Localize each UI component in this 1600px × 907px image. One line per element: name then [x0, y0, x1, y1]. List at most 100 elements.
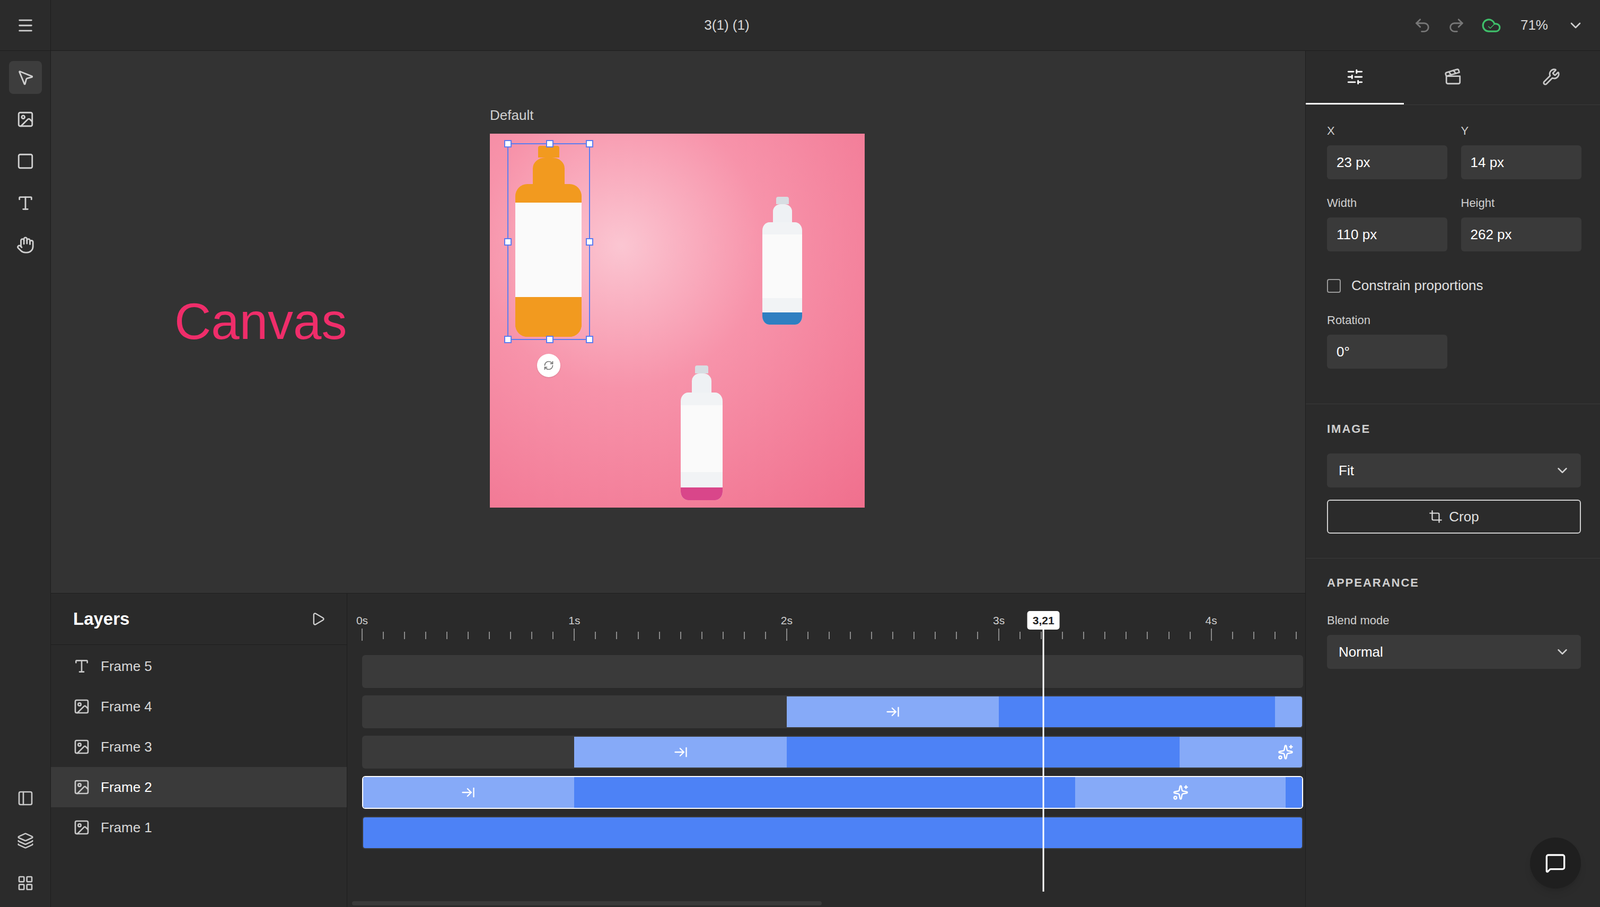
select-value: Normal	[1338, 641, 1384, 663]
layer-row[interactable]: Frame 4	[50, 686, 347, 727]
inspector-tab[interactable]	[1305, 50, 1404, 105]
text-icon	[73, 657, 91, 675]
tool-button[interactable]	[9, 144, 42, 178]
chat-button[interactable]	[1530, 837, 1581, 889]
ruler-label: 4s	[1205, 611, 1218, 629]
panel-button[interactable]	[9, 781, 42, 815]
field-label: Rotation	[1326, 313, 1448, 328]
image-icon	[73, 737, 91, 755]
enter-animation-icon	[673, 744, 689, 760]
horizontal-scrollbar[interactable]	[352, 900, 822, 905]
resize-handle[interactable]	[504, 238, 512, 246]
sliders-icon	[1346, 67, 1365, 86]
resize-handle[interactable]	[585, 238, 594, 246]
track[interactable]	[362, 815, 1304, 849]
layer-row[interactable]: Frame 2	[50, 766, 347, 807]
image-icon	[73, 818, 91, 836]
body-segment[interactable]	[574, 776, 1076, 808]
chevron-down-icon	[1554, 462, 1571, 479]
chevron-down-icon[interactable]	[1567, 16, 1585, 34]
hand-icon	[16, 235, 35, 254]
select[interactable]: Normal	[1326, 634, 1581, 669]
layer-row[interactable]: Frame 1	[50, 806, 347, 848]
undo-icon[interactable]	[1413, 16, 1432, 35]
tool-button[interactable]	[9, 60, 42, 94]
ruler-tick	[1061, 631, 1063, 639]
section-heading: IMAGE	[1326, 419, 1581, 438]
exit-segment[interactable]	[1075, 776, 1286, 808]
resize-handle[interactable]	[546, 335, 554, 344]
playhead[interactable]: 3,21	[1027, 610, 1060, 892]
exit-segment[interactable]	[1179, 736, 1304, 768]
layer-row[interactable]: Frame 3	[50, 726, 347, 767]
rotate-icon	[543, 359, 555, 371]
save-status	[1481, 15, 1502, 36]
body-segment[interactable]	[786, 736, 1180, 768]
field-input[interactable]: 0°	[1326, 334, 1448, 369]
track[interactable]	[362, 735, 1304, 769]
ruler-tick	[382, 631, 384, 639]
layers-panel: LayersFrame 5Frame 4Frame 3Frame 2Frame …	[50, 593, 348, 907]
exit-animation-icon	[1277, 743, 1294, 760]
selection-box[interactable]	[507, 143, 591, 340]
resize-handle[interactable]	[504, 335, 512, 344]
bottle-image[interactable]	[680, 365, 723, 500]
ruler-tick	[616, 631, 618, 639]
enter-segment[interactable]	[574, 736, 787, 768]
play-icon[interactable]	[310, 611, 326, 627]
redo-icon[interactable]	[1447, 16, 1466, 35]
time-ruler[interactable]: 0s1s2s3s4s	[347, 593, 1306, 645]
menu-icon[interactable]	[16, 16, 35, 35]
rotate-handle[interactable]	[537, 353, 561, 377]
text-icon	[16, 194, 35, 213]
constrain-proportions[interactable]: Constrain proportions	[1326, 275, 1581, 296]
body-segment[interactable]	[998, 696, 1276, 727]
layer-row[interactable]: Frame 5	[50, 645, 347, 687]
document-title[interactable]: 3(1) (1)	[704, 14, 750, 36]
bottle-image[interactable]	[515, 145, 582, 337]
crop-button[interactable]: Crop	[1326, 499, 1581, 534]
ruler-tick	[1210, 628, 1212, 641]
body-segment[interactable]	[1285, 776, 1304, 808]
canvas-object[interactable]	[680, 365, 723, 500]
inspector-tab[interactable]	[1501, 50, 1600, 105]
checkbox-label: Constrain proportions	[1351, 275, 1484, 296]
check-icon	[1487, 22, 1496, 31]
panel-button[interactable]	[9, 866, 42, 900]
field: X23 px	[1326, 124, 1448, 180]
enter-segment[interactable]	[786, 696, 999, 727]
track[interactable]	[362, 695, 1304, 728]
zoom-level[interactable]: 71%	[1517, 14, 1552, 36]
select[interactable]: Fit	[1326, 453, 1581, 488]
canvas-object[interactable]	[762, 196, 803, 325]
pointer-icon	[16, 68, 35, 87]
top-bar: 3(1) (1) 71%	[0, 0, 1600, 51]
field-input[interactable]: 23 px	[1326, 145, 1448, 180]
field-input[interactable]: 262 px	[1461, 217, 1582, 252]
ruler-label: 3s	[992, 611, 1005, 629]
ruler-tick	[934, 631, 936, 639]
ruler-tick	[1104, 631, 1106, 639]
track[interactable]	[362, 775, 1304, 809]
inspector-tab[interactable]	[1403, 50, 1502, 105]
resize-handle[interactable]	[504, 139, 512, 148]
panel-button[interactable]	[9, 823, 42, 857]
body-segment[interactable]	[362, 816, 1304, 848]
artboard[interactable]	[489, 133, 865, 508]
resize-handle[interactable]	[546, 139, 554, 148]
bottle-image[interactable]	[762, 196, 803, 325]
field-input[interactable]: 110 px	[1326, 217, 1448, 252]
rectangle-icon	[16, 152, 35, 171]
enter-segment[interactable]	[362, 776, 575, 808]
tool-button[interactable]	[9, 102, 42, 136]
exit-segment[interactable]	[1275, 696, 1304, 727]
field-input[interactable]: 14 px	[1461, 145, 1582, 180]
resize-handle[interactable]	[585, 139, 594, 148]
ruler-label: 0s	[356, 611, 368, 629]
tool-button[interactable]	[9, 228, 42, 262]
checkbox[interactable]	[1326, 278, 1341, 293]
canvas-object[interactable]	[515, 145, 582, 337]
resize-handle[interactable]	[585, 335, 594, 344]
tool-button[interactable]	[9, 186, 42, 220]
track[interactable]	[362, 654, 1304, 688]
